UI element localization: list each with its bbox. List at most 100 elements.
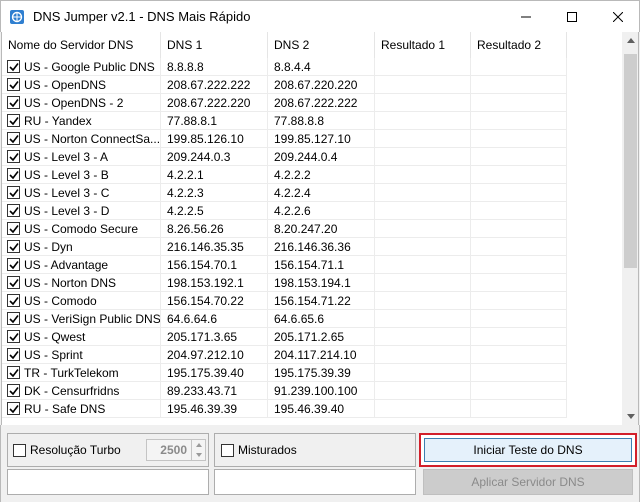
cell-server-name-text: US - OpenDNS (24, 78, 107, 92)
table-row[interactable]: US - Qwest 205.171.3.65 205.171.2.65 (2, 328, 622, 346)
dns-server-list[interactable]: Nome do Servidor DNS DNS 1 DNS 2 Resulta… (1, 32, 639, 425)
cell-result1 (375, 400, 471, 418)
row-checkbox[interactable] (7, 96, 20, 109)
table-row[interactable]: US - VeriSign Public DNS 64.6.64.6 64.6.65… (2, 310, 622, 328)
row-checkbox[interactable] (7, 114, 20, 127)
close-button[interactable] (595, 1, 640, 32)
cell-dns1-text: 4.2.2.5 (167, 204, 204, 218)
table-row[interactable]: US - OpenDNS 208.67.222.222 208.67.220.220 (2, 76, 622, 94)
cell-server-name: US - Dyn (2, 238, 161, 256)
row-checkbox[interactable] (7, 60, 20, 73)
table-row[interactable]: US - Level 3 - D 4.2.2.5 4.2.2.6 (2, 202, 622, 220)
column-header-dns1[interactable]: DNS 1 (161, 32, 268, 58)
chevron-down-icon (196, 453, 202, 457)
cell-result1 (375, 130, 471, 148)
cell-result2 (471, 202, 567, 220)
cell-dns1-text: 198.153.192.1 (167, 276, 244, 290)
cell-result2 (471, 382, 567, 400)
cell-server-name-text: RU - Yandex (24, 114, 92, 128)
cell-result1 (375, 184, 471, 202)
table-row[interactable]: US - Level 3 - A 209.244.0.3 209.244.0.4 (2, 148, 622, 166)
row-checkbox[interactable] (7, 276, 20, 289)
cell-dns2-text: 156.154.71.22 (274, 294, 351, 308)
mixed-checkbox[interactable] (221, 444, 234, 457)
cell-server-name: US - OpenDNS (2, 76, 161, 94)
cell-dns2: 209.244.0.4 (268, 148, 375, 166)
stepper-arrows[interactable] (191, 440, 205, 460)
row-checkbox[interactable] (7, 312, 20, 325)
row-checkbox[interactable] (7, 222, 20, 235)
row-checkbox[interactable] (7, 294, 20, 307)
vertical-scrollbar[interactable] (622, 32, 638, 425)
turbo-stepper[interactable]: 2500 (146, 439, 206, 461)
row-checkbox[interactable] (7, 384, 20, 397)
scroll-up-button[interactable] (622, 32, 638, 49)
row-checkbox[interactable] (7, 366, 20, 379)
cell-dns2-text: 195.175.39.39 (274, 366, 351, 380)
cell-dns1: 8.26.56.26 (161, 220, 268, 238)
check-icon (9, 351, 19, 360)
column-header-result2[interactable]: Resultado 2 (471, 32, 567, 58)
cell-dns1-text: 205.171.3.65 (167, 330, 238, 344)
table-row[interactable]: RU - Safe DNS 195.46.39.39 195.46.39.40 (2, 400, 622, 418)
row-checkbox[interactable] (7, 186, 20, 199)
check-icon (9, 405, 19, 414)
check-icon (9, 189, 19, 198)
table-row[interactable]: US - Comodo 156.154.70.22 156.154.71.22 (2, 292, 622, 310)
maximize-button[interactable] (549, 1, 595, 32)
column-header-result1[interactable]: Resultado 1 (375, 32, 471, 58)
close-icon (613, 11, 623, 22)
table-row[interactable]: US - OpenDNS - 2 208.67.222.220 208.67.222… (2, 94, 622, 112)
cell-server-name: US - VeriSign Public DNS (2, 310, 161, 328)
cell-dns2-text: 204.117.214.10 (274, 348, 357, 362)
table-row[interactable]: DK - Censurfridns 89.233.43.71 91.239.100.… (2, 382, 622, 400)
table-row[interactable]: US - Norton DNS 198.153.192.1 198.153.194.… (2, 274, 622, 292)
row-checkbox[interactable] (7, 132, 20, 145)
cell-dns1: 156.154.70.22 (161, 292, 268, 310)
table-row[interactable]: US - Level 3 - B 4.2.2.1 4.2.2.2 (2, 166, 622, 184)
table-row[interactable]: US - Sprint 204.97.212.10 204.117.214.10 (2, 346, 622, 364)
row-checkbox[interactable] (7, 150, 20, 163)
check-icon (9, 297, 19, 306)
row-checkbox[interactable] (7, 402, 20, 415)
turbo-checkbox[interactable] (13, 444, 26, 457)
check-icon (9, 387, 19, 396)
row-checkbox[interactable] (7, 78, 20, 91)
table-row[interactable]: US - Level 3 - C 4.2.2.3 4.2.2.4 (2, 184, 622, 202)
apply-dns-button[interactable]: Aplicar Servidor DNS (423, 469, 633, 495)
list-rows: US - Google Public DNS 8.8.8.8 8.8.4.4 US -… (2, 58, 622, 425)
scrollbar-thumb[interactable] (624, 54, 637, 268)
cell-server-name-text: US - Sprint (24, 348, 83, 362)
cell-dns1-text: 216.146.35.35 (167, 240, 244, 254)
row-checkbox[interactable] (7, 240, 20, 253)
minimize-button[interactable] (503, 1, 549, 32)
table-row[interactable]: US - Comodo Secure 8.26.56.26 8.20.247.20 (2, 220, 622, 238)
scroll-down-button[interactable] (622, 408, 638, 425)
table-row[interactable]: US - Dyn 216.146.35.35 216.146.36.36 (2, 238, 622, 256)
cell-dns1-text: 8.26.56.26 (167, 222, 224, 236)
row-checkbox[interactable] (7, 330, 20, 343)
table-row[interactable]: TR - TurkTelekom 195.175.39.40 195.175.39.… (2, 364, 622, 382)
start-test-button[interactable]: Iniciar Teste do DNS (424, 438, 632, 462)
cell-dns2: 204.117.214.10 (268, 346, 375, 364)
table-row[interactable]: US - Advantage 156.154.70.1 156.154.71.1 (2, 256, 622, 274)
row-checkbox[interactable] (7, 204, 20, 217)
table-row[interactable]: RU - Yandex 77.88.8.1 77.88.8.8 (2, 112, 622, 130)
maximize-icon (567, 11, 577, 22)
cell-server-name: US - Level 3 - D (2, 202, 161, 220)
cell-server-name: US - Norton DNS (2, 274, 161, 292)
column-header-dns2[interactable]: DNS 2 (268, 32, 375, 58)
cell-server-name-text: US - Level 3 - B (24, 168, 109, 182)
table-row[interactable]: US - Google Public DNS 8.8.8.8 8.8.4.4 (2, 58, 622, 76)
column-header-name[interactable]: Nome do Servidor DNS (2, 32, 161, 58)
cell-result2 (471, 292, 567, 310)
cell-result2 (471, 346, 567, 364)
check-icon (9, 243, 19, 252)
cell-result1 (375, 364, 471, 382)
cell-dns2-text: 8.20.247.20 (274, 222, 338, 236)
row-checkbox[interactable] (7, 258, 20, 271)
row-checkbox[interactable] (7, 348, 20, 361)
row-checkbox[interactable] (7, 168, 20, 181)
cell-server-name: US - OpenDNS - 2 (2, 94, 161, 112)
table-row[interactable]: US - Norton ConnectSa... 199.85.126.10 199… (2, 130, 622, 148)
